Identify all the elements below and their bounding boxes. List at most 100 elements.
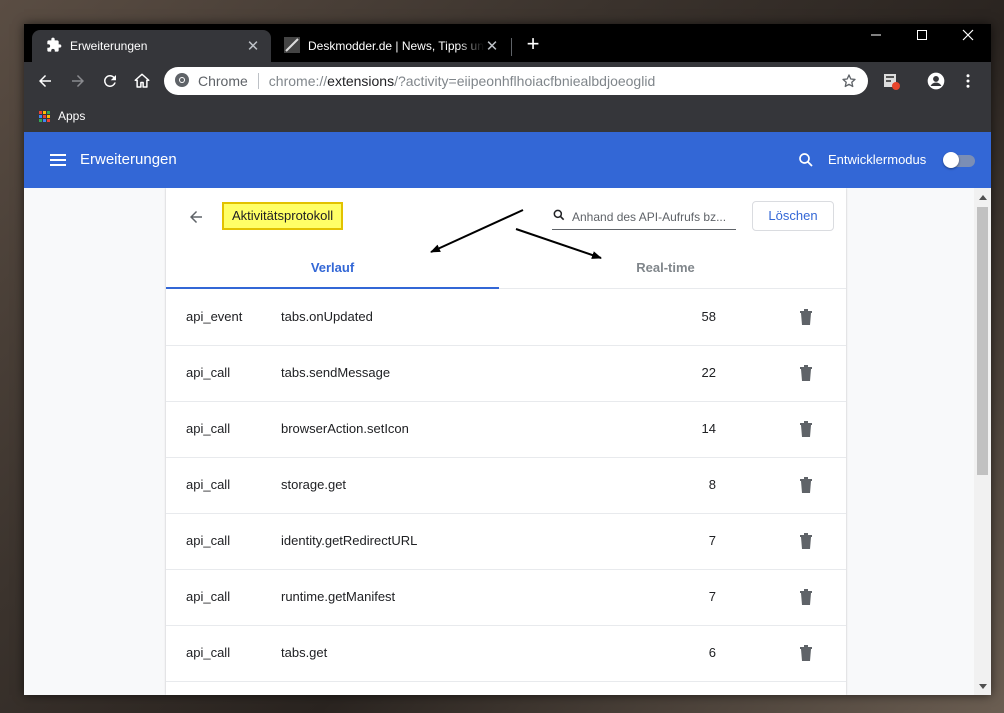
row-api-name: identity.getRedirectURL (281, 533, 418, 548)
page-title: Aktivitätsprotokoll (222, 202, 344, 230)
forward-button[interactable] (65, 68, 91, 94)
row-count: 22 (701, 365, 716, 380)
menu-button[interactable] (955, 68, 981, 94)
search-input[interactable] (572, 210, 732, 224)
scroll-down-icon[interactable] (974, 678, 991, 695)
tab-history[interactable]: Verlauf (166, 248, 499, 289)
scroll-up-icon[interactable] (974, 188, 991, 205)
close-icon[interactable]: ✕ (484, 37, 500, 55)
row-api-name: browserAction.setIcon (281, 421, 409, 436)
trash-icon[interactable] (796, 363, 816, 383)
home-button[interactable] (129, 68, 155, 94)
clear-button[interactable]: Löschen (752, 201, 834, 231)
row-count: 14 (701, 421, 716, 436)
extension-button[interactable] (878, 68, 904, 94)
activity-tabs: Verlauf Real-time (166, 248, 846, 289)
page-content: Aktivitätsprotokoll Löschen Verlauf Real… (24, 188, 974, 695)
back-arrow-icon[interactable] (184, 205, 208, 229)
url-text[interactable]: chrome://extensions/?activity=eiipeonhfl… (269, 73, 836, 89)
back-button[interactable] (32, 68, 58, 94)
reload-button[interactable] (97, 68, 123, 94)
close-icon[interactable]: ✕ (245, 37, 261, 55)
minimize-icon (871, 34, 881, 36)
tab-deskmodder[interactable]: Deskmodder.de | News, Tipps und ✕ (274, 30, 510, 62)
tab-extensions[interactable]: Erweiterungen ✕ (32, 30, 271, 62)
developer-mode-toggle[interactable] (943, 152, 975, 168)
row-type: api_event (186, 309, 243, 324)
scrollbar-thumb[interactable] (977, 207, 988, 475)
row-count: 58 (701, 309, 716, 324)
row-count: 8 (708, 477, 716, 492)
address-bar[interactable]: Chrome chrome://extensions/?activity=eii… (164, 67, 868, 95)
trash-icon[interactable] (796, 419, 816, 439)
row-api-name: tabs.sendMessage (281, 365, 391, 380)
row-type: api_call (186, 533, 231, 548)
browser-window: Erweiterungen ✕ Deskmodder.de | News, Ti… (24, 24, 991, 695)
account-icon (927, 72, 945, 90)
table-row: api_call tabs.sendMessage 22 (166, 345, 846, 402)
more-vert-icon (966, 74, 970, 88)
arrow-right-icon (72, 75, 84, 87)
tab-realtime[interactable]: Real-time (499, 248, 832, 288)
profile-button[interactable] (923, 68, 949, 94)
row-type: api_call (186, 421, 231, 436)
search-icon[interactable] (795, 149, 817, 171)
trash-icon[interactable] (796, 587, 816, 607)
row-api-name: runtime.getManifest (281, 589, 396, 604)
row-api-name: storage.get (281, 477, 347, 492)
maximize-button[interactable] (899, 24, 945, 46)
window-close-button[interactable] (945, 24, 991, 46)
omnibox-divider (257, 73, 259, 89)
toggle-knob (943, 152, 959, 168)
bookmarks-bar: Apps (24, 100, 991, 132)
bookmark-label: Apps (58, 109, 86, 123)
deskmodder-favicon (284, 36, 300, 56)
row-type: api_call (186, 477, 231, 492)
tab-label: Deskmodder.de | News, Tipps und (308, 39, 484, 53)
minimize-button[interactable] (853, 24, 899, 46)
row-api-name: tabs.onUpdated (281, 309, 373, 324)
row-api-name: tabs.get (281, 645, 328, 660)
apps-grid-icon (39, 110, 50, 122)
row-count: 6 (708, 645, 716, 660)
table-row: api_event tabs.onUpdated 58 (166, 289, 846, 346)
extensions-title: Erweiterungen (80, 151, 177, 168)
reload-icon (104, 75, 116, 87)
origin-chip: Chrome (198, 73, 248, 89)
chrome-icon (174, 72, 190, 91)
trash-icon[interactable] (796, 531, 816, 551)
activity-log-card: Aktivitätsprotokoll Löschen Verlauf Real… (166, 188, 846, 695)
new-tab-button[interactable]: + (522, 33, 544, 55)
row-type: api_call (186, 365, 231, 380)
trash-icon[interactable] (796, 475, 816, 495)
table-row: api_call storage.get 8 (166, 457, 846, 514)
page-scrollbar[interactable] (974, 188, 991, 695)
tab-label: Erweiterungen (70, 39, 148, 53)
menu-icon[interactable] (48, 150, 68, 170)
maximize-icon (917, 30, 927, 40)
table-row: api_call tabs.get 6 (166, 625, 846, 682)
arrow-left-icon (39, 75, 51, 87)
table-row: api_call browserAction.setIcon 14 (166, 401, 846, 458)
tab-strip: Erweiterungen ✕ Deskmodder.de | News, Ti… (24, 24, 991, 62)
search-icon (552, 208, 566, 227)
trash-icon[interactable] (796, 643, 816, 663)
puzzle-icon (46, 37, 62, 56)
browser-toolbar: Chrome chrome://extensions/?activity=eii… (24, 62, 991, 100)
tab-separator (511, 38, 512, 56)
row-type: api_call (186, 645, 231, 660)
trash-icon[interactable] (796, 307, 816, 327)
annotation-arrow-left (430, 209, 524, 253)
table-row: api_call runtime.getManifest 7 (166, 569, 846, 626)
row-type: api_call (186, 589, 231, 604)
close-icon (962, 29, 974, 41)
activity-search[interactable] (552, 205, 736, 230)
extension-badge-icon (884, 74, 900, 90)
table-row: api_call identity.getRedirectURL 7 (166, 513, 846, 570)
extensions-header: Erweiterungen Entwicklermodus (24, 132, 991, 188)
developer-mode-label: Entwicklermodus (828, 152, 927, 167)
row-count: 7 (708, 589, 716, 604)
home-icon (134, 73, 150, 88)
bookmark-apps[interactable]: Apps (39, 106, 85, 126)
star-icon[interactable] (836, 73, 862, 89)
